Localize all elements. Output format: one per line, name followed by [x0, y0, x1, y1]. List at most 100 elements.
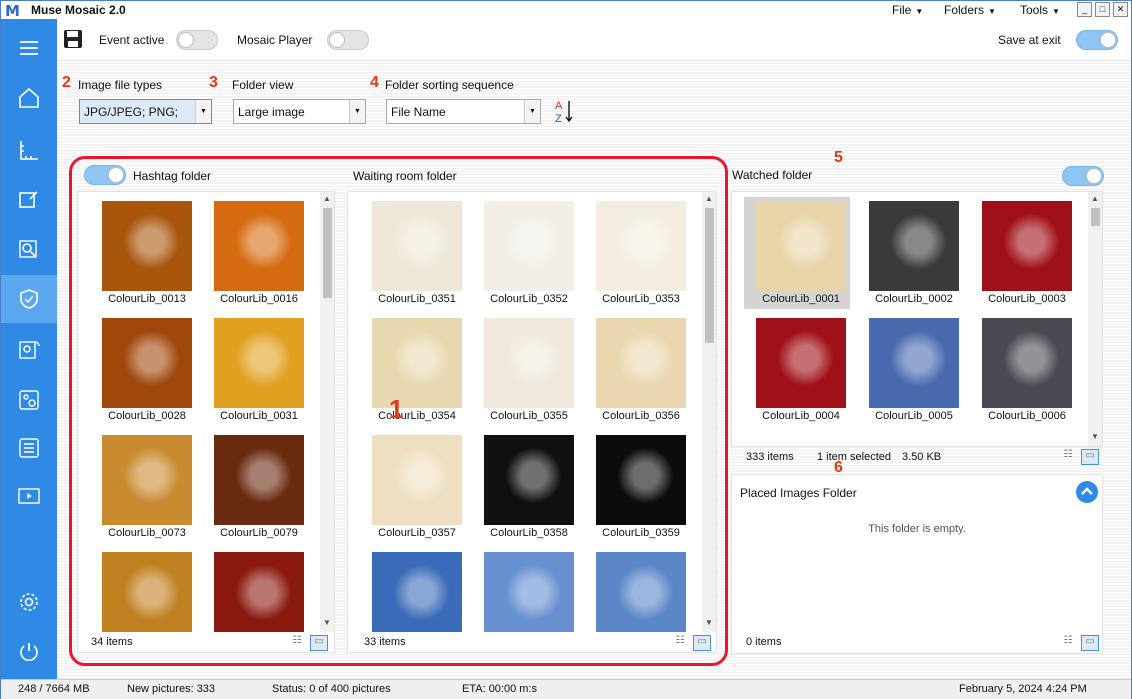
- hashtag-scrollbar[interactable]: ▲ ▼: [320, 192, 334, 632]
- watched-selected-count: 1 item selected: [817, 451, 891, 463]
- sidebar-item-gallery[interactable]: [1, 379, 57, 421]
- sort-select[interactable]: File Name ▼: [386, 99, 541, 124]
- annotation-4: 4: [370, 74, 379, 91]
- thumbnail-item[interactable]: ColourLib_0359: [584, 431, 690, 543]
- thumbnail-view-icon[interactable]: ▭: [1081, 449, 1099, 465]
- collapse-up-icon[interactable]: [1075, 480, 1099, 504]
- thumbnail-view-icon[interactable]: ▭: [1081, 635, 1099, 651]
- sidebar-item-edit[interactable]: [1, 179, 57, 221]
- thumbnail-item[interactable]: ColourLib_0031: [202, 314, 308, 426]
- sort-az-icon[interactable]: AZ: [554, 98, 576, 124]
- scroll-down-icon[interactable]: ▼: [1088, 432, 1102, 444]
- thumbnail-item[interactable]: ColourLib_0002: [857, 197, 963, 309]
- close-button[interactable]: ✕: [1113, 2, 1128, 17]
- thumbnail-item[interactable]: ColourLib_0357: [360, 431, 466, 543]
- thumbnail-item[interactable]: ColourLib_0079: [202, 431, 308, 543]
- thumbnail-item[interactable]: [90, 548, 196, 632]
- watched-toggle[interactable]: [1062, 166, 1104, 186]
- scroll-up-icon[interactable]: ▲: [1088, 194, 1102, 206]
- sidebar-item-home[interactable]: [1, 77, 57, 119]
- sidebar-item-search[interactable]: [1, 229, 57, 271]
- thumbnail-item[interactable]: [360, 548, 466, 632]
- checklist-icon: [19, 438, 39, 458]
- thumbnail-item[interactable]: ColourLib_0352: [472, 197, 578, 309]
- thumbnail-image: [982, 318, 1072, 408]
- thumbnail-item[interactable]: [584, 548, 690, 632]
- sidebar-item-layout[interactable]: [1, 129, 57, 171]
- thumbnail-item[interactable]: [202, 548, 308, 632]
- thumbnail-item[interactable]: ColourLib_0073: [90, 431, 196, 543]
- thumbnail-item[interactable]: [472, 548, 578, 632]
- thumbnail-image: [484, 318, 574, 408]
- menu-hamburger-button[interactable]: [1, 27, 57, 69]
- menu-file-label: File: [892, 3, 912, 17]
- thumbnail-item[interactable]: ColourLib_0356: [584, 314, 690, 426]
- details-view-icon[interactable]: ☷: [288, 635, 306, 651]
- scroll-down-icon[interactable]: ▼: [702, 618, 716, 630]
- thumbnail-item[interactable]: ColourLib_0351: [360, 197, 466, 309]
- sidebar-item-shield[interactable]: [1, 275, 57, 323]
- event-active-toggle[interactable]: [176, 30, 218, 50]
- placed-panel: Placed Images Folder This folder is empt…: [731, 474, 1103, 654]
- thumbnail-item[interactable]: ColourLib_0028: [90, 314, 196, 426]
- thumbnail-item[interactable]: ColourLib_0353: [584, 197, 690, 309]
- watched-scrollbar[interactable]: ▲ ▼: [1088, 192, 1102, 446]
- thumbnail-view-icon[interactable]: ▭: [693, 635, 711, 651]
- svg-text:A: A: [555, 100, 563, 112]
- thumbnail-item[interactable]: ColourLib_0016: [202, 197, 308, 309]
- thumbnail-item[interactable]: ColourLib_0003: [970, 197, 1076, 309]
- scroll-thumb[interactable]: [1091, 208, 1100, 226]
- thumbnail-item[interactable]: ColourLib_0001: [744, 197, 850, 309]
- scroll-thumb[interactable]: [705, 208, 714, 343]
- save-at-exit-toggle[interactable]: [1076, 30, 1118, 50]
- scroll-up-icon[interactable]: ▲: [702, 194, 716, 206]
- thumbnail-image: [756, 201, 846, 291]
- sidebar-item-video[interactable]: [1, 475, 57, 517]
- hashtag-toggle[interactable]: [84, 165, 126, 185]
- sidebar-item-share[interactable]: [1, 329, 57, 371]
- main-area: 2 Image file types JPG/JPEG; PNG; ▼ 3 Fol…: [57, 61, 1131, 679]
- thumbnail-item[interactable]: ColourLib_0006: [970, 314, 1076, 426]
- thumbnail-item[interactable]: ColourLib_0355: [472, 314, 578, 426]
- thumbnail-item[interactable]: ColourLib_0004: [744, 314, 850, 426]
- details-view-icon[interactable]: ☷: [671, 635, 689, 651]
- save-icon[interactable]: [63, 29, 83, 49]
- mosaic-player-toggle[interactable]: [327, 30, 369, 50]
- datetime: February 5, 2024 4:24 PM: [959, 683, 1087, 695]
- thumbnail-item[interactable]: ColourLib_0013: [90, 197, 196, 309]
- maximize-button[interactable]: □: [1095, 2, 1110, 17]
- thumbnail-image: [756, 318, 846, 408]
- details-view-icon[interactable]: ☷: [1059, 449, 1077, 465]
- hashtag-panel: ColourLib_0013 ColourLib_0016 ColourLib_00…: [77, 191, 335, 653]
- thumbnail-caption: ColourLib_0002: [875, 293, 953, 305]
- thumbnail-view-icon[interactable]: ▭: [310, 635, 328, 651]
- waiting-scrollbar[interactable]: ▲ ▼: [702, 192, 716, 632]
- sidebar-item-checklist[interactable]: [1, 427, 57, 469]
- thumbnail-item[interactable]: ColourLib_0354: [360, 314, 466, 426]
- power-button[interactable]: [1, 631, 57, 673]
- details-view-icon[interactable]: ☷: [1059, 635, 1077, 651]
- scroll-down-icon[interactable]: ▼: [320, 618, 334, 630]
- watched-grid: ColourLib_0001 ColourLib_0002 ColourLib_00…: [732, 192, 1088, 446]
- minimize-button[interactable]: _: [1077, 2, 1092, 17]
- file-types-select[interactable]: JPG/JPEG; PNG; ▼: [79, 99, 212, 124]
- gear-icon: [20, 593, 38, 611]
- menu-folders[interactable]: Folders ▼: [944, 3, 996, 17]
- menu-tools[interactable]: Tools ▼: [1020, 3, 1060, 17]
- folder-view-select[interactable]: Large image ▼: [233, 99, 366, 124]
- scroll-up-icon[interactable]: ▲: [320, 194, 334, 206]
- thumbnail-item[interactable]: ColourLib_0005: [857, 314, 963, 426]
- thumbnail-caption: ColourLib_0356: [602, 410, 680, 422]
- menu-file[interactable]: File ▼: [892, 3, 923, 17]
- watched-item-count: 333 items: [746, 451, 794, 463]
- thumbnail-image: [214, 435, 304, 525]
- scroll-thumb[interactable]: [323, 208, 332, 298]
- thumbnail-image: [102, 201, 192, 291]
- watched-folder-title: Watched folder: [732, 168, 813, 182]
- power-icon: [20, 643, 38, 661]
- thumbnail-image: [596, 318, 686, 408]
- thumbnail-item[interactable]: ColourLib_0358: [472, 431, 578, 543]
- file-types-value: JPG/JPEG; PNG;: [84, 105, 179, 119]
- waiting-item-count: 33 items: [364, 636, 406, 648]
- settings-button[interactable]: [1, 581, 57, 623]
